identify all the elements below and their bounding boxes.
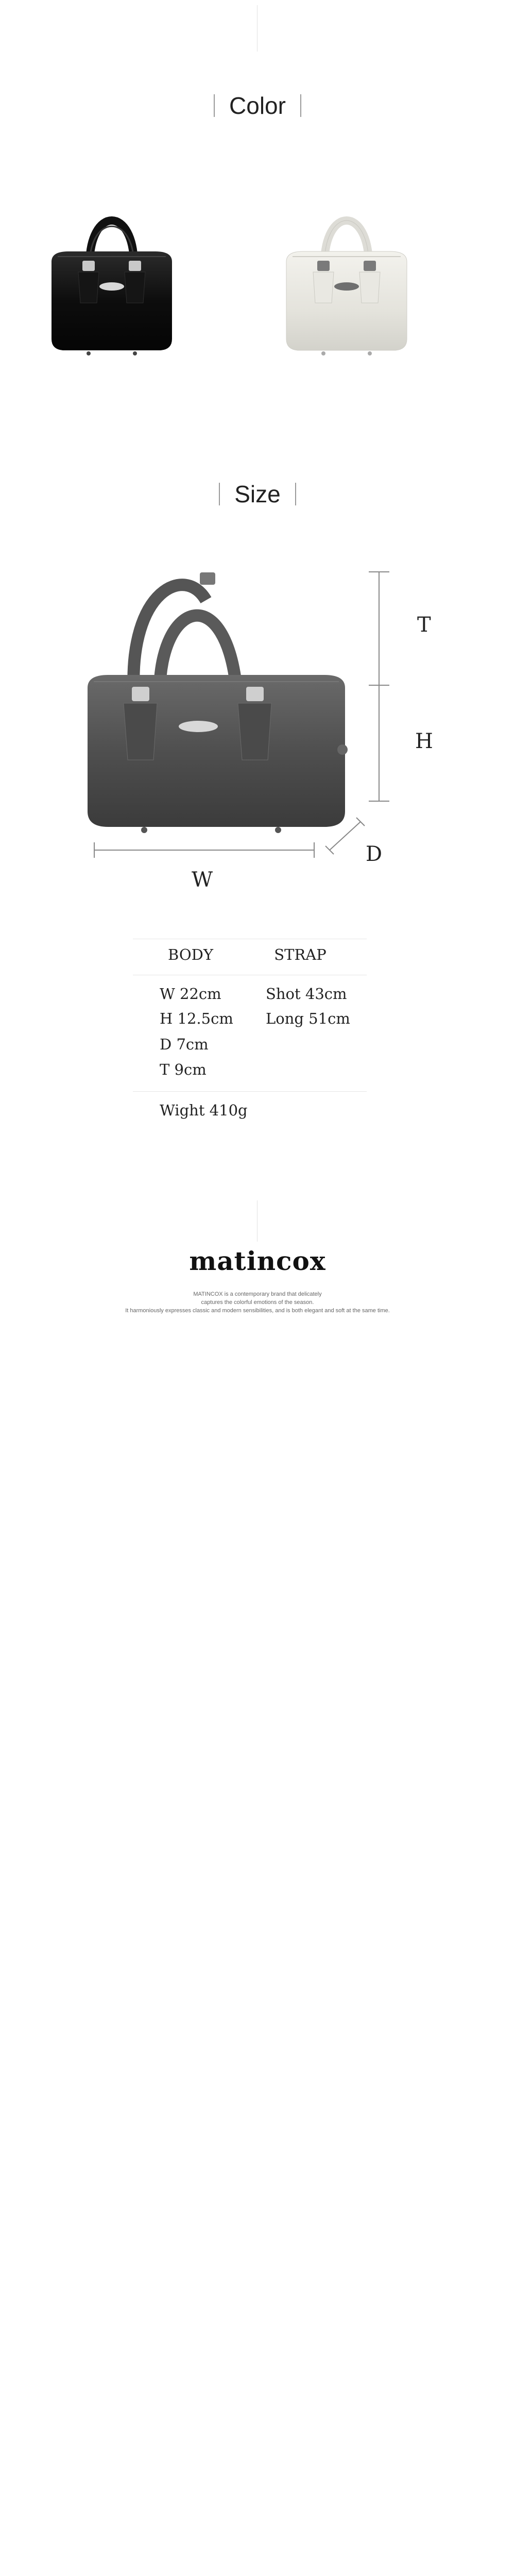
brand-description-line-3: It harmoniously expresses classic and mo… <box>125 1308 390 1314</box>
brand-description-line-2: captures the colorful emotions of the se… <box>201 1299 314 1306</box>
spec-header-body: BODY <box>167 946 214 963</box>
title-bar-left <box>214 94 215 117</box>
dimension-label-d: D <box>366 842 383 866</box>
spec-strap-short: Shot 43cm <box>266 985 347 1003</box>
brand-divider <box>257 1200 258 1242</box>
dimension-label-t: T <box>417 613 431 637</box>
size-section-title: Size <box>0 480 515 508</box>
spec-body-height: H 12.5cm <box>160 1010 233 1027</box>
spec-header-strap: STRAP <box>274 946 327 963</box>
title-bar-right <box>300 94 301 117</box>
color-title-text: Color <box>229 92 286 119</box>
spec-table: BODY STRAP W 22cm H 12.5cm D 7cm T 9cm S… <box>133 939 367 1093</box>
dimension-lines <box>94 571 389 858</box>
title-bar-right <box>295 483 296 505</box>
brand-description-line-1: MATINCOX is a contemporary brand that de… <box>193 1291 322 1297</box>
spec-weight: Wight 410g <box>160 1101 248 1119</box>
size-title-text: Size <box>234 481 281 507</box>
spec-weight-row: Wight 410g <box>133 1101 367 1122</box>
dimension-label-h: H <box>415 730 433 753</box>
title-bar-left <box>219 483 220 505</box>
ivory-bag-image <box>286 216 407 355</box>
color-section-title: Color <box>0 92 515 120</box>
spec-body-top: T 9cm <box>160 1061 207 1078</box>
spec-body-depth: D 7cm <box>160 1036 209 1053</box>
spec-rule-bottom <box>133 1091 367 1092</box>
top-divider <box>257 5 258 52</box>
brand-logo: matincox <box>189 1246 326 1276</box>
black-bag-image <box>52 216 172 355</box>
dimension-label-w: W <box>192 868 213 892</box>
spec-body-width: W 22cm <box>160 985 221 1003</box>
spec-strap-long: Long 51cm <box>266 1010 350 1027</box>
